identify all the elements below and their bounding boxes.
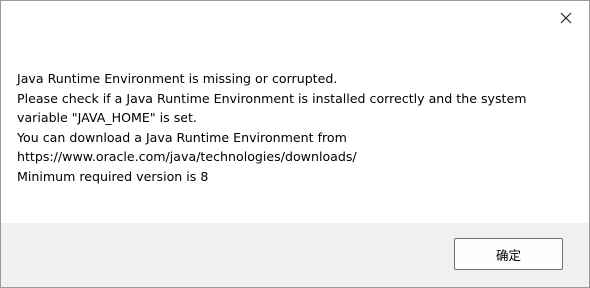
message-line: Java Runtime Environment is missing or c… bbox=[17, 71, 338, 86]
dialog-window: Java Runtime Environment is missing or c… bbox=[0, 0, 590, 288]
message-line: Please check if a Java Runtime Environme… bbox=[17, 90, 527, 106]
dialog-content: Java Runtime Environment is missing or c… bbox=[1, 35, 589, 223]
message-line: You can download a Java Runtime Environm… bbox=[17, 129, 347, 145]
close-icon bbox=[560, 12, 572, 23]
message-line: variable "JAVA_HOME" is set. bbox=[17, 110, 197, 126]
ok-button[interactable]: 确定 bbox=[454, 238, 563, 270]
download-url: https://www.oracle.com/java/technologies… bbox=[17, 149, 357, 165]
close-button[interactable] bbox=[543, 1, 589, 34]
error-message: Java Runtime Environment is missing or c… bbox=[17, 69, 577, 187]
message-line: Minimum required version is 8 bbox=[17, 168, 209, 184]
title-bar bbox=[1, 1, 589, 35]
dialog-footer: 确定 bbox=[1, 223, 589, 287]
